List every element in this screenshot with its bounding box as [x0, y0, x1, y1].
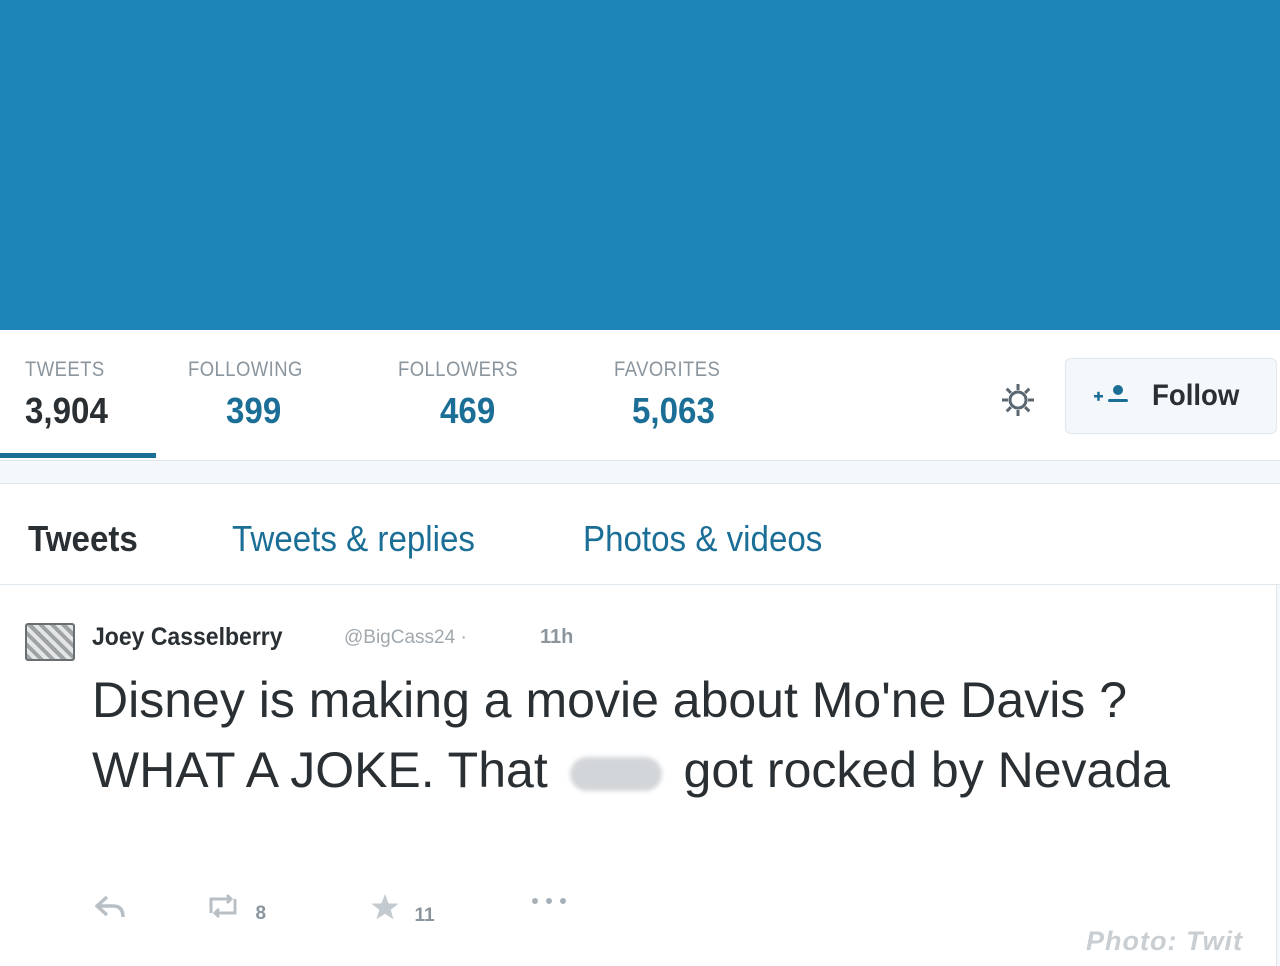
tweet-author-name[interactable]: Joey Casselberry [92, 623, 283, 652]
tweet-text: Disney is making a movie about Mo'ne Dav… [92, 665, 1242, 805]
timeline-tabs: Tweets Tweets & replies Photos & videos [0, 483, 1280, 585]
stat-favorites-label: FAVORITES [614, 358, 721, 381]
avatar[interactable] [25, 623, 75, 661]
stat-favorites[interactable]: FAVORITES 5,063 [614, 358, 735, 432]
add-user-icon [1094, 383, 1132, 409]
retweet-button[interactable]: 8 [205, 893, 266, 925]
stat-favorites-value: 5,063 [632, 390, 715, 431]
favorite-button[interactable]: 11 [370, 893, 435, 927]
stat-followers-value: 469 [440, 390, 496, 431]
gear-icon[interactable] [998, 380, 1038, 420]
stat-following-label: FOLLOWING [188, 358, 303, 381]
tweet-timestamp[interactable]: 11h [540, 626, 573, 649]
profile-banner [0, 0, 1280, 330]
more-icon[interactable] [529, 891, 569, 916]
photo-credit-watermark: Photo: Twit [1086, 926, 1243, 956]
follow-button[interactable]: Follow [1065, 358, 1277, 434]
stat-tweets-value: 3,904 [25, 390, 108, 431]
stat-tweets[interactable]: TWEETS 3,904 [25, 358, 116, 432]
tweet-author-handle[interactable]: @BigCass24 · [344, 627, 467, 649]
censored-word [569, 756, 662, 791]
favorite-star-icon [370, 894, 404, 925]
stat-followers[interactable]: FOLLOWERS 469 [398, 358, 534, 432]
tab-photos-and-videos[interactable]: Photos & videos [583, 518, 822, 560]
tab-tweets[interactable]: Tweets [28, 518, 138, 560]
stat-following[interactable]: FOLLOWING 399 [188, 358, 319, 432]
retweet-icon [205, 893, 245, 923]
tab-tweets-and-replies[interactable]: Tweets & replies [232, 518, 475, 560]
tweet-handle-text: @BigCass24 [344, 627, 456, 648]
reply-icon[interactable] [94, 893, 127, 926]
stat-following-value: 399 [226, 390, 282, 431]
stat-tweets-label: TWEETS [25, 358, 105, 381]
stat-followers-label: FOLLOWERS [398, 358, 518, 381]
follow-button-label: Follow [1152, 379, 1240, 412]
tweet-separator: · [460, 627, 467, 648]
tweet: Joey Casselberry @BigCass24 · 11h Disney… [0, 585, 1277, 966]
active-stat-underline [0, 453, 156, 458]
retweet-count: 8 [255, 903, 267, 924]
favorite-count: 11 [414, 905, 435, 926]
tweet-text-part2: got rocked by Nevada [683, 742, 1170, 798]
